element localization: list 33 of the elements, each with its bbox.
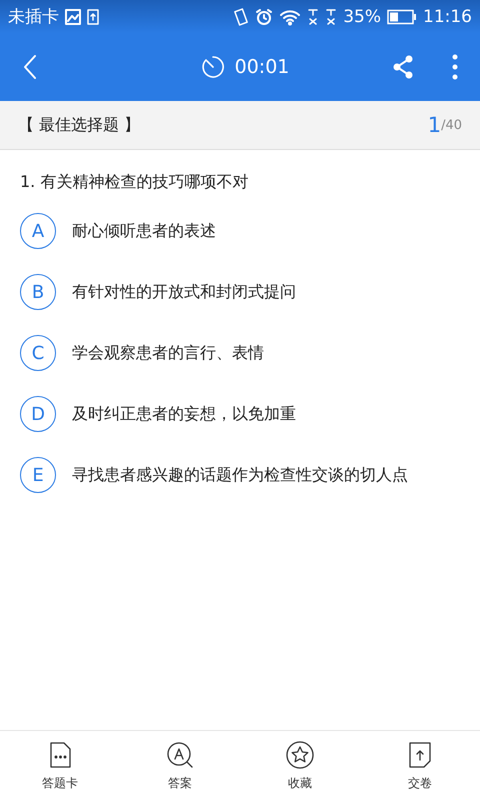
answer-option[interactable]: B 有针对性的开放式和封闭式提问: [20, 274, 296, 310]
answer-option[interactable]: C 学会观察患者的言行、表情: [20, 335, 264, 371]
section-title: 【 最佳选择题 】: [18, 114, 140, 136]
bottom-tab[interactable]: 收藏: [240, 731, 360, 800]
alarm-icon: [255, 8, 274, 26]
back-icon: [22, 54, 38, 80]
image-icon: [65, 8, 81, 24]
search-icon: [165, 740, 195, 770]
answer-option[interactable]: D 及时纠正患者的妄想，以免加重: [20, 396, 296, 432]
option-letter: B: [20, 274, 56, 310]
option-letter: D: [20, 396, 56, 432]
bottom-tab[interactable]: 答题卡: [0, 731, 120, 800]
battery-percent: 35%: [343, 6, 381, 26]
clock-text: 11:16: [423, 6, 472, 26]
battery-icon: [387, 8, 417, 24]
total-count: /40: [441, 118, 462, 132]
no-signal-icon: [307, 8, 320, 26]
question-text: 1. 有关精神检查的技巧哪项不对: [20, 172, 250, 193]
answer-option[interactable]: E 寻找患者感兴趣的话题作为检查性交谈的切人点: [20, 457, 408, 493]
timer-text: 00:01: [234, 56, 290, 78]
wifi-icon: [279, 8, 302, 26]
current-number: 1: [428, 113, 442, 137]
more-icon: [452, 54, 458, 80]
option-letter: C: [20, 335, 56, 371]
timer-icon: [200, 55, 225, 79]
option-letter: E: [20, 457, 56, 493]
answer-option[interactable]: A 耐心倾听患者的表述: [20, 213, 216, 249]
share-icon: [392, 55, 414, 79]
bottom-tab[interactable]: 答案: [120, 731, 240, 800]
no-signal-icon: [325, 8, 338, 26]
option-letter: A: [20, 213, 56, 249]
bottom-tab[interactable]: 交卷: [360, 731, 480, 800]
carrier-text: 未插卡: [8, 6, 59, 28]
